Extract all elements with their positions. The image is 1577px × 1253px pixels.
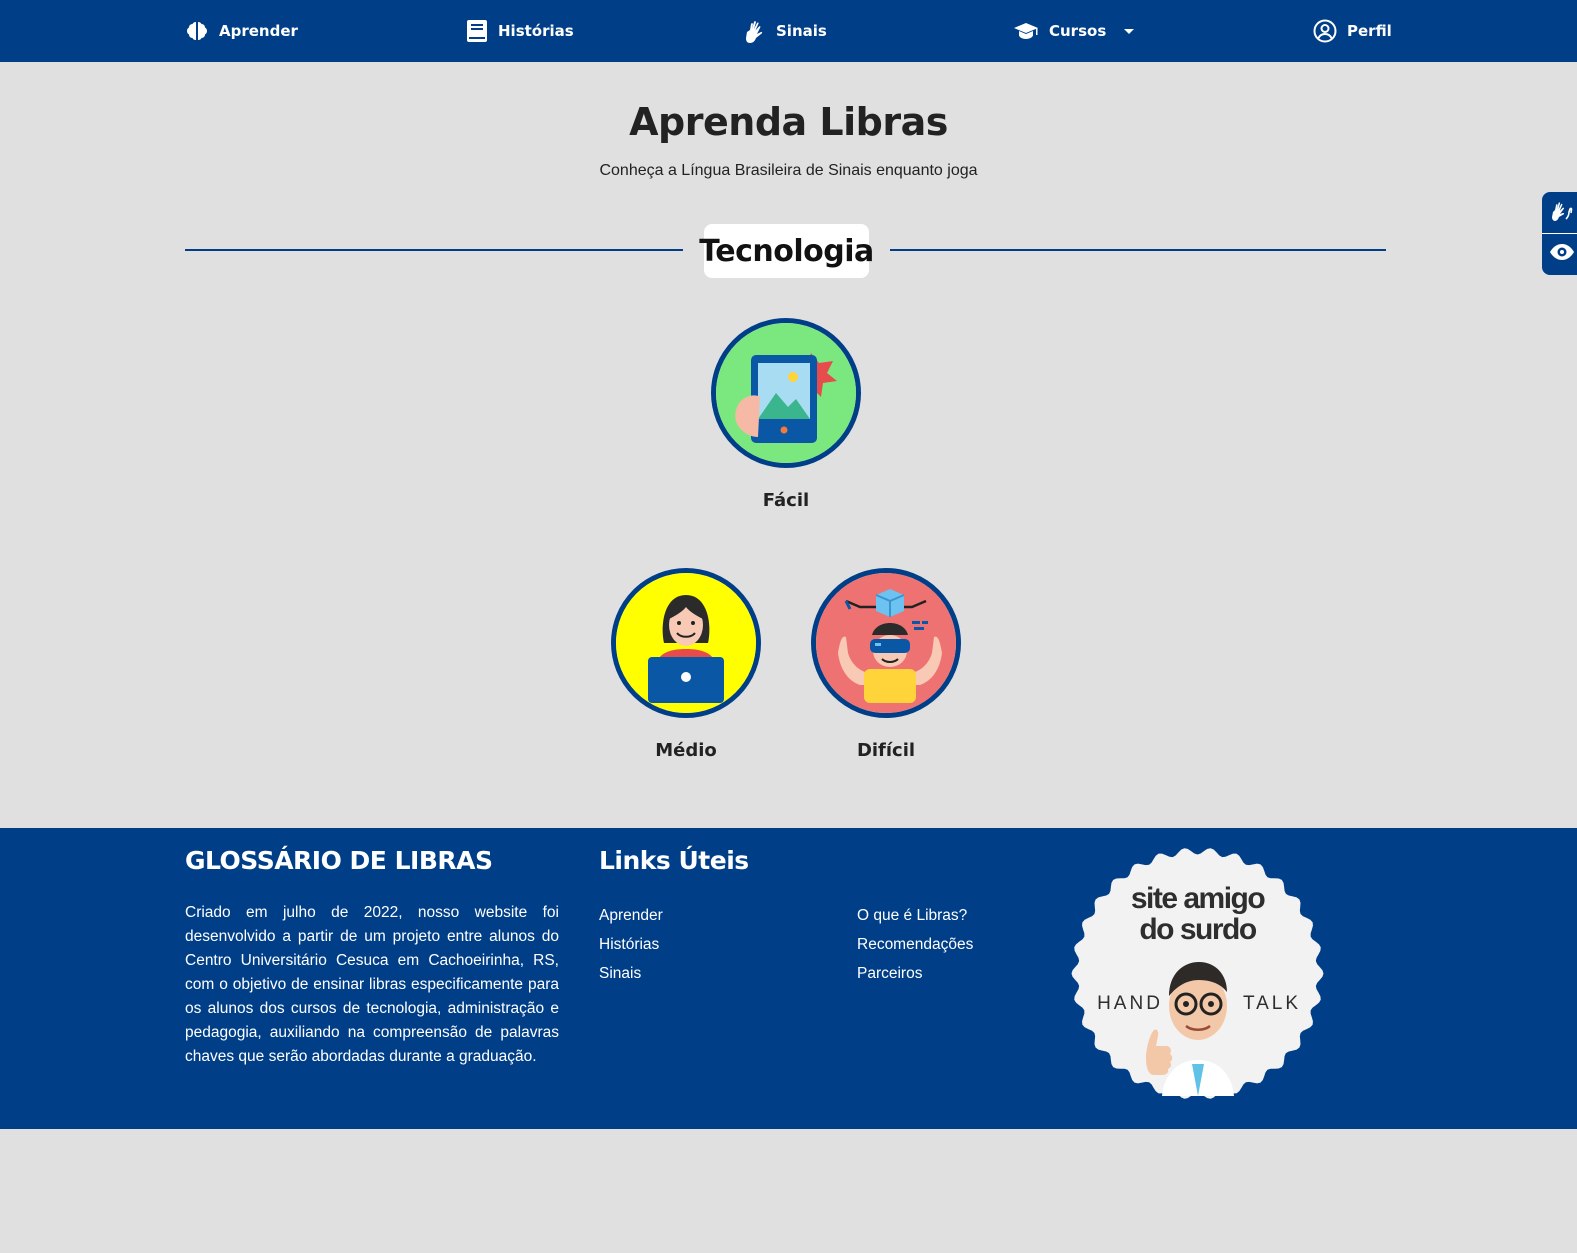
top-navbar: Aprender Histórias Sinais Cursos Perfil <box>0 0 1577 62</box>
brain-icon <box>185 19 209 43</box>
footer-description: Criado em julho de 2022, nosso website f… <box>185 904 559 1065</box>
footer-link-recomendacoes[interactable]: Recomendações <box>857 930 973 959</box>
hand-talk-badge[interactable]: site amigo do surdo HAND TALK <box>1070 846 1325 1101</box>
badge-line-2: do surdo <box>1139 913 1256 946</box>
footer-links-column-1: Aprender Histórias Sinais <box>599 901 663 988</box>
sign-language-icon <box>744 18 766 44</box>
chevron-down-icon <box>1124 28 1135 34</box>
vr-headset-illustration-icon <box>816 573 956 713</box>
level-dificil[interactable]: Difícil <box>806 568 966 761</box>
divider-left <box>185 249 683 251</box>
nav-historias-label: Histórias <box>498 22 574 40</box>
badge-talk: TALK <box>1243 993 1301 1014</box>
page-subtitle: Conheça a Língua Brasileira de Sinais en… <box>599 162 978 179</box>
book-icon <box>466 19 488 43</box>
eye-icon <box>1549 243 1575 265</box>
footer-link-sinais[interactable]: Sinais <box>599 959 663 988</box>
nav-cursos-label: Cursos <box>1049 22 1107 40</box>
level-dificil-circle[interactable] <box>811 568 961 718</box>
accessibility-widget <box>1542 192 1577 275</box>
nav-aprender[interactable]: Aprender <box>185 0 298 62</box>
level-facil-label: Fácil <box>762 490 810 511</box>
tablet-illustration-icon <box>716 323 856 463</box>
nav-cursos-dropdown[interactable]: Cursos <box>1013 0 1135 62</box>
level-facil-circle[interactable] <box>711 318 861 468</box>
footer-glossary-title: GLOSSÁRIO DE LIBRAS <box>185 846 493 875</box>
footer-link-aprender[interactable]: Aprender <box>599 901 663 930</box>
divider-right <box>890 249 1386 251</box>
hands-icon <box>1550 199 1574 227</box>
category-title: Tecnologia <box>699 224 874 278</box>
footer: GLOSSÁRIO DE LIBRAS Criado em julho de 2… <box>0 828 1577 1129</box>
nav-historias[interactable]: Histórias <box>466 0 574 62</box>
woman-laptop-illustration-icon <box>616 573 756 713</box>
level-facil[interactable]: Fácil <box>706 318 866 511</box>
nav-aprender-label: Aprender <box>219 22 298 40</box>
level-medio-label: Médio <box>655 740 717 761</box>
footer-links-title: Links Úteis <box>599 846 749 875</box>
badge-line-1: site amigo <box>1131 882 1266 915</box>
level-medio[interactable]: Médio <box>606 568 766 761</box>
libras-translator-button[interactable] <box>1542 192 1577 233</box>
nav-perfil-label: Perfil <box>1347 22 1392 40</box>
footer-link-historias[interactable]: Histórias <box>599 930 663 959</box>
nav-sinais-label: Sinais <box>776 22 827 40</box>
level-dificil-label: Difícil <box>856 740 916 761</box>
page-title: Aprenda Libras <box>629 100 948 144</box>
graduation-cap-icon <box>1013 21 1039 41</box>
nav-sinais[interactable]: Sinais <box>744 0 827 62</box>
level-medio-circle[interactable] <box>611 568 761 718</box>
visual-accessibility-button[interactable] <box>1542 233 1577 274</box>
nav-perfil[interactable]: Perfil <box>1313 0 1392 62</box>
footer-link-o-que-e-libras[interactable]: O que é Libras? <box>857 901 973 930</box>
footer-link-parceiros[interactable]: Parceiros <box>857 959 973 988</box>
badge-hand: HAND <box>1097 993 1163 1014</box>
user-circle-icon <box>1313 19 1337 43</box>
footer-links-column-2: O que é Libras? Recomendações Parceiros <box>857 901 973 988</box>
